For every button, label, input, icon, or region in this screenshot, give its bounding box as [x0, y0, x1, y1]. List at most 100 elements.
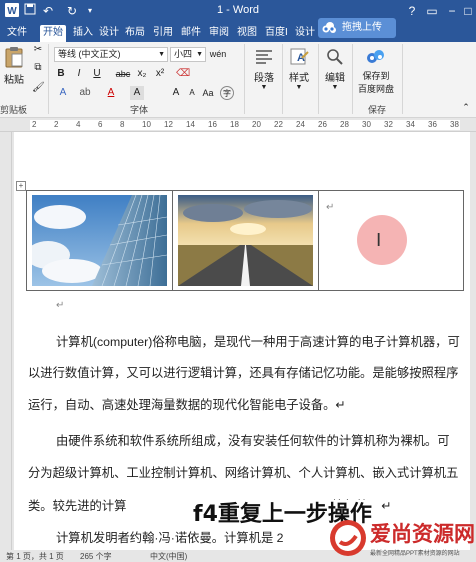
ruler-tick-label: 26: [318, 120, 327, 129]
editing-button[interactable]: 编辑 ▼: [322, 48, 348, 91]
paste-button[interactable]: 粘贴: [2, 46, 26, 88]
ribbon-display-icon[interactable]: ▭: [424, 3, 440, 19]
separator: [402, 44, 403, 114]
body-text-line: 计算机(computer)俗称电脑，是现代一种用于高速计算的电子计算机器，可: [56, 335, 460, 349]
superscript-button[interactable]: x²: [152, 67, 168, 81]
separator: [244, 44, 245, 114]
ribbon-tabs: 文件 开始 插入 设计 布局 引用 邮件 审阅 视图 百度I 设计 登录 共: [0, 22, 476, 63]
cut-icon[interactable]: ✂: [32, 44, 44, 55]
body-text-line: 类。较先进的计算: [28, 499, 127, 513]
enclose-char-icon[interactable]: 字: [220, 86, 234, 100]
tab-review[interactable]: 审阅: [206, 25, 232, 42]
ruler-tick-label: 16: [208, 120, 217, 129]
highlight-icon[interactable]: ab: [78, 86, 92, 100]
title-bar: W ↶ ↻ ▾ 1 - Word ? ▭ − □: [0, 0, 476, 22]
font-size-select[interactable]: 小四 ▼: [170, 47, 206, 62]
table-column-divider: [318, 191, 319, 290]
tab-table-design[interactable]: 设计: [292, 25, 318, 42]
ruler-body: [30, 120, 460, 130]
separator: [48, 44, 49, 114]
font-color-icon[interactable]: A: [104, 86, 118, 100]
shrink-font-button[interactable]: A: [186, 86, 198, 100]
underline-label: U: [93, 68, 101, 79]
word-window: W ↶ ↻ ▾ 1 - Word ? ▭ − □ 文件 开始 插入 设计 布局 …: [0, 0, 476, 562]
baidu-netdisk-icon: [367, 50, 384, 63]
grow-font-button[interactable]: A: [170, 86, 182, 100]
tab-baidu[interactable]: 百度I: [262, 25, 291, 42]
superscript-label: x²: [155, 68, 165, 79]
styles-label: 样式: [289, 73, 309, 84]
save-group-label: 保存: [368, 105, 387, 115]
bold-label: B: [57, 68, 65, 79]
minimize-icon[interactable]: −: [444, 3, 460, 19]
change-case-button[interactable]: Aa: [200, 86, 216, 100]
char-shading-icon[interactable]: A: [130, 86, 144, 100]
clear-format-icon[interactable]: ⌫: [176, 67, 190, 81]
word-count[interactable]: 265 个字: [80, 551, 112, 562]
ruler-tick-label: 14: [186, 120, 195, 129]
shrink-font-label: A: [189, 88, 195, 97]
tab-design[interactable]: 设计: [96, 25, 122, 42]
text-effects-icon[interactable]: A: [56, 86, 70, 100]
ruler-tick-label: 12: [164, 120, 173, 129]
separator: [352, 44, 353, 114]
clipboard-icon: [5, 47, 23, 68]
font-name-value: 等线 (中文正文): [58, 49, 121, 59]
maximize-icon[interactable]: □: [460, 3, 476, 19]
drag-upload-label: 拖拽上传: [342, 22, 382, 33]
font-name-select[interactable]: 等线 (中文正文) ▼: [54, 47, 168, 62]
strikethrough-label: abc: [115, 69, 131, 79]
road-image[interactable]: [178, 195, 313, 286]
paragraph-icon: [256, 50, 272, 64]
phonetic-guide-label: wén: [209, 49, 227, 59]
chevron-down-icon: ▼: [295, 84, 303, 91]
italic-button[interactable]: I: [72, 67, 86, 81]
tab-home[interactable]: 开始: [40, 25, 66, 42]
styles-button[interactable]: A 样式 ▼: [286, 48, 312, 91]
strikethrough-button[interactable]: abc: [114, 67, 132, 81]
tab-layout[interactable]: 布局: [122, 25, 148, 42]
grow-font-label: A: [172, 87, 180, 98]
ruler-tick-label: 24: [296, 120, 305, 129]
watermark-name: 爱尚资源网: [370, 522, 475, 546]
collapse-ribbon-icon[interactable]: ⌃: [460, 102, 472, 113]
phonetic-guide-button[interactable]: wén: [208, 47, 228, 61]
skyscraper-image[interactable]: [32, 195, 167, 286]
tab-file[interactable]: 文件: [4, 25, 30, 42]
svg-text:A: A: [297, 52, 305, 64]
watermark-logo: 爱尚资源网 最新全网精品PPT素材资源的网站: [318, 516, 476, 562]
copy-icon[interactable]: ⧉: [32, 62, 44, 73]
document-page[interactable]: + ↵ I ↵ 计算机(computer)俗称电脑，是现代一种用于高速计算的电子…: [14, 132, 470, 562]
tab-insert[interactable]: 插入: [70, 25, 96, 42]
ruler-tick-label: 6: [98, 120, 103, 129]
subscript-label: x₂: [137, 68, 147, 79]
ruler-tick-label: 8: [120, 120, 125, 129]
chevron-down-icon: ▼: [196, 51, 203, 58]
subscript-button[interactable]: x₂: [134, 67, 150, 81]
ruler-tick-label: 38: [450, 120, 459, 129]
page-count[interactable]: 第 1 页，共 1 页: [6, 551, 64, 562]
ruler-tick-label: 18: [230, 120, 239, 129]
ruler-tick-label: 2: [32, 120, 37, 129]
save-to-baidu-button[interactable]: 保存到 百度网盘: [354, 48, 398, 95]
bold-button[interactable]: B: [54, 67, 68, 81]
tab-references[interactable]: 引用: [150, 25, 176, 42]
underline-button[interactable]: U: [90, 67, 104, 81]
search-icon: [327, 49, 343, 65]
language-indicator[interactable]: 中文(中国): [150, 551, 187, 562]
tab-view[interactable]: 视图: [234, 25, 260, 42]
tab-mailings[interactable]: 邮件: [178, 25, 204, 42]
ruler-tick-label: 36: [428, 120, 437, 129]
table-column-divider: [172, 191, 173, 290]
format-painter-icon[interactable]: 🖌: [32, 82, 45, 93]
paragraph-mark: ↵: [56, 300, 65, 311]
ruler-tick-label: 4: [76, 120, 81, 129]
drag-upload-button[interactable]: 拖拽上传: [318, 18, 396, 38]
ruler-tick-label: 20: [252, 120, 261, 129]
ruler-tick-label: 22: [274, 120, 283, 129]
chevron-down-icon: ▼: [331, 84, 339, 91]
paragraph-button[interactable]: 段落 ▼: [250, 48, 278, 91]
ruler-tick-label: 32: [384, 120, 393, 129]
help-button[interactable]: ?: [404, 3, 420, 19]
table-move-handle[interactable]: +: [16, 181, 26, 191]
